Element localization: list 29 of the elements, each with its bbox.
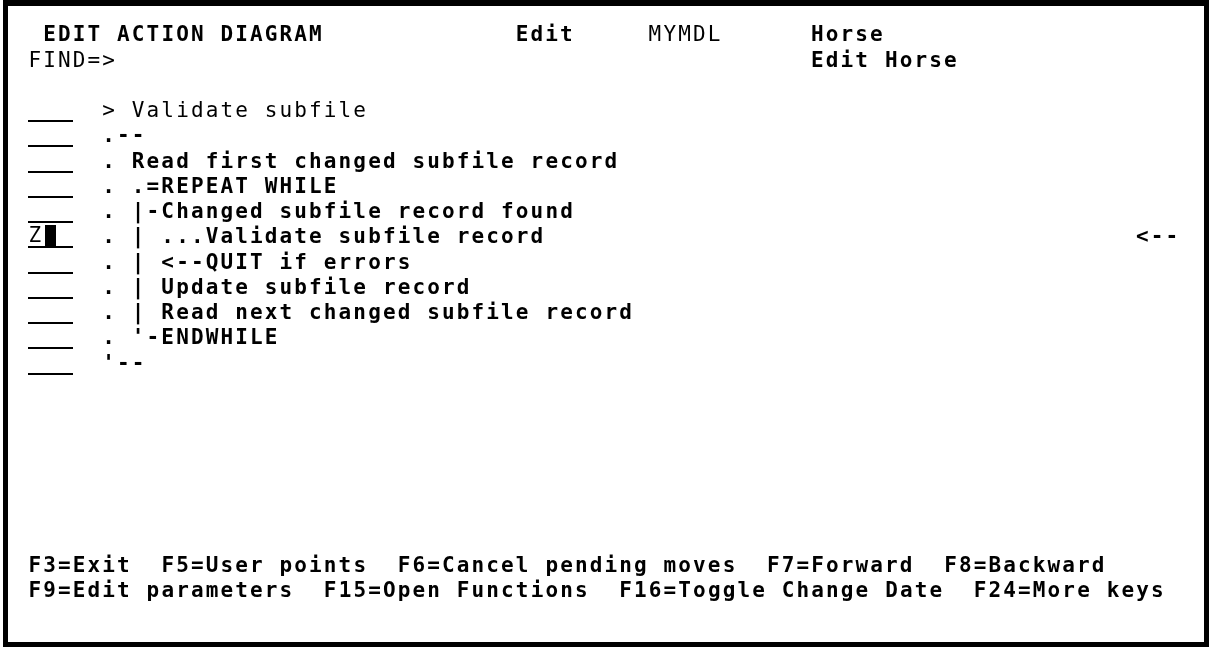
diagram-line: . | Update subfile record (102, 274, 472, 301)
find-prompt: FIND=> (28, 47, 118, 73)
diagram-line: . | <--QUIT if errors (102, 249, 413, 275)
function-key-hint: F8=Backward (944, 552, 1107, 578)
function-key-hint: F7=Forward (766, 552, 915, 578)
model-name: MYMDL (648, 22, 723, 48)
diagram-line: . '-ENDWHILE (102, 325, 280, 351)
function-key-hint: F16=Toggle Change Date (619, 577, 945, 604)
diagram-line: .-- (102, 123, 147, 149)
screen-title: EDIT ACTION DIAGRAM (43, 22, 324, 48)
line-pointer: <-- (1135, 224, 1181, 250)
diagram-line: . .=REPEAT WHILE (102, 173, 339, 200)
diagram-line: . Read first changed subfile record (102, 148, 620, 174)
text-cursor-icon (45, 225, 57, 247)
file-name: Horse (811, 22, 885, 48)
function-key-hint: F15=Open Functions (323, 577, 590, 604)
function-key-hint: F9=Edit parameters (28, 577, 295, 604)
function-key-hint: F24=More keys (973, 577, 1166, 604)
function-key-hint: F6=Cancel pending moves (397, 552, 738, 578)
diagram-line: > Validate subfile (102, 98, 369, 124)
function-key-hint: F5=User points (161, 552, 369, 578)
diagram-line: . |-Changed subfile record found (102, 199, 575, 225)
function-key-hint: F3=Exit (28, 552, 132, 578)
diagram-line: . | Read next changed subfile record (102, 300, 634, 326)
diagram-line: . | ...Validate subfile record (102, 224, 546, 250)
diagram-line: '-- (102, 350, 147, 376)
mode-label: Edit (515, 22, 575, 48)
function-name: Edit Horse (811, 47, 959, 73)
line-command-field[interactable]: Z (28, 224, 73, 249)
